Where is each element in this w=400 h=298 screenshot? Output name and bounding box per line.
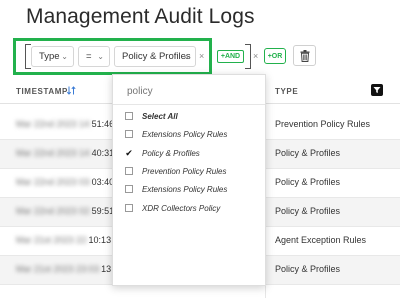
- timestamp-visible-part: 51:46: [91, 119, 115, 129]
- filter-operator-select[interactable]: = ⌄: [78, 46, 110, 67]
- dropdown-option-label: Prevention Policy Rules: [142, 166, 227, 176]
- redacted-timestamp-part: Mar 22nd 2023 14:: [16, 148, 92, 158]
- type-cell: Policy & Profiles: [275, 148, 341, 158]
- checkbox[interactable]: [125, 185, 133, 193]
- dropdown-option[interactable]: ✔ Policy & Profiles: [125, 146, 200, 160]
- dropdown-option[interactable]: XDR Collectors Policy: [125, 201, 220, 215]
- checkbox[interactable]: [125, 112, 133, 120]
- dropdown-search-input[interactable]: [127, 82, 257, 100]
- dropdown-option[interactable]: Extensions Policy Rules: [125, 182, 227, 196]
- type-cell: Prevention Policy Rules: [275, 119, 371, 129]
- redacted-timestamp-part: Mar 22nd 2023 02:: [16, 206, 92, 216]
- select-all-option[interactable]: Select All: [125, 109, 178, 123]
- dropdown-option-label: Policy & Profiles: [142, 148, 200, 158]
- filter-value-select[interactable]: Policy & Profiles ⌄: [114, 46, 196, 67]
- select-all-label: Select All: [142, 111, 178, 121]
- dropdown-option-label: Extensions Policy Rules: [142, 129, 228, 139]
- timestamp-cell: Mar 22nd 2023 14:51:46: [16, 119, 114, 129]
- checkbox[interactable]: [125, 204, 133, 212]
- checkmark-icon[interactable]: ✔: [125, 149, 133, 158]
- timestamp-cell: Mar 22nd 2023 03:03:40: [16, 177, 114, 187]
- redacted-timestamp-part: Mar 21st 2023 22:: [16, 235, 89, 245]
- timestamp-cell: Mar 22nd 2023 14:40:31: [16, 148, 114, 158]
- dropdown-option[interactable]: Extensions Policy Rules: [125, 127, 227, 141]
- filter-field-label: Type: [39, 51, 60, 62]
- redacted-timestamp-part: Mar 22nd 2023 14:: [16, 119, 92, 129]
- type-cell: Policy & Profiles: [275, 206, 341, 216]
- type-cell: Agent Exception Rules: [275, 235, 367, 245]
- redacted-timestamp-part: Mar 22nd 2023 03:: [16, 177, 92, 187]
- filter-value-label: Policy & Profiles: [122, 51, 191, 62]
- dropdown-option-label: Extensions Policy Rules: [142, 184, 228, 194]
- chevron-down-icon: ⌄: [97, 52, 104, 61]
- group-bracket-close: [245, 44, 251, 69]
- column-header-timestamp[interactable]: TIMESTAMP: [16, 87, 68, 96]
- timestamp-visible-part: 59:51: [91, 206, 115, 216]
- remove-group-icon[interactable]: ×: [253, 51, 258, 61]
- column-filter-icon[interactable]: [371, 84, 383, 96]
- trash-icon: [300, 49, 309, 62]
- timestamp-visible-part: 03:40: [91, 177, 115, 187]
- type-cell: Policy & Profiles: [275, 264, 341, 274]
- chevron-down-icon: ⌄: [61, 52, 68, 61]
- dropdown-option-label: XDR Collectors Policy: [142, 203, 221, 213]
- sort-icon[interactable]: [67, 86, 76, 95]
- dropdown-option[interactable]: Prevention Policy Rules: [125, 164, 226, 178]
- timestamp-cell: Mar 21st 2023 22:10:13: [16, 235, 111, 245]
- checkbox[interactable]: [125, 130, 133, 138]
- delete-filter-button[interactable]: [293, 45, 316, 66]
- add-and-button[interactable]: +AND: [217, 50, 244, 63]
- add-or-button[interactable]: +OR: [264, 48, 286, 64]
- type-cell: Policy & Profiles: [275, 177, 341, 187]
- type-filter-dropdown: Select All Extensions Policy Rules ✔ Polic…: [112, 74, 266, 286]
- timestamp-visible-part: 40:31: [91, 148, 115, 158]
- filter-operator-label: =: [86, 51, 92, 62]
- page-title: Management Audit Logs: [26, 5, 255, 28]
- filter-field-select[interactable]: Type ⌄: [31, 46, 74, 67]
- chevron-down-icon: ⌄: [183, 52, 190, 61]
- remove-condition-icon[interactable]: ×: [199, 51, 204, 61]
- redacted-timestamp-part: Mar 21st 2023 23:03:: [16, 264, 102, 274]
- checkbox[interactable]: [125, 167, 133, 175]
- timestamp-cell: Mar 22nd 2023 02:59:51: [16, 206, 114, 216]
- funnel-icon: [373, 87, 381, 93]
- timestamp-cell: Mar 21st 2023 23:03:13: [16, 264, 111, 274]
- timestamp-visible-part: 10:13: [88, 235, 112, 245]
- dropdown-divider: [113, 104, 265, 105]
- timestamp-visible-part: 13: [101, 264, 112, 274]
- column-header-type[interactable]: TYPE: [275, 87, 298, 96]
